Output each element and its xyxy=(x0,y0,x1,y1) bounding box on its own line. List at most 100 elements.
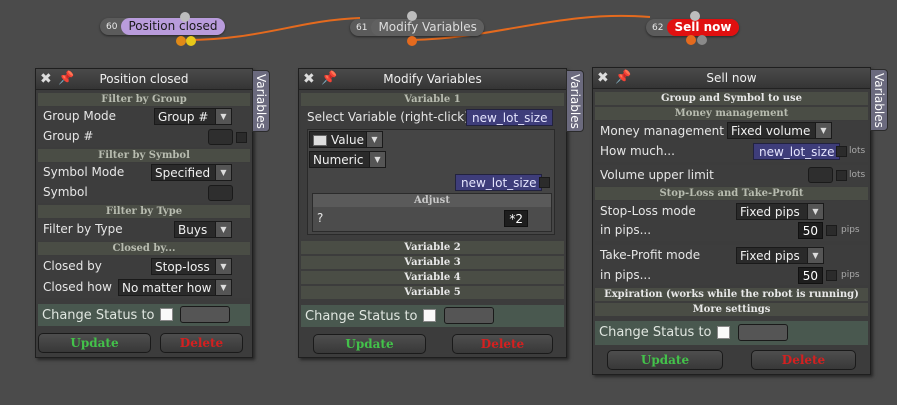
chevron-down-icon[interactable]: ▼ xyxy=(807,204,823,219)
change-status-label: Change Status to xyxy=(305,309,418,324)
section-filter-by-group[interactable]: Filter by Group xyxy=(38,93,250,106)
section-variable-2[interactable]: Variable 2 xyxy=(301,241,564,254)
volume-limit-input[interactable] xyxy=(808,167,833,183)
change-status-input[interactable] xyxy=(738,324,788,341)
group-mode-select[interactable]: Group # ▼ xyxy=(154,108,232,125)
chevron-down-icon[interactable]: ▼ xyxy=(215,222,231,237)
change-status-row: Change Status to xyxy=(301,305,564,327)
change-status-checkbox[interactable] xyxy=(160,308,173,321)
section-variable-1[interactable]: Variable 1 xyxy=(301,93,564,106)
node-input-dot[interactable] xyxy=(690,11,700,21)
node-output-dot[interactable] xyxy=(186,36,196,46)
take-profit-pips-label: in pips... xyxy=(600,268,652,282)
group-number-input[interactable] xyxy=(208,129,233,145)
stop-loss-pips-input[interactable]: 50 xyxy=(798,222,823,239)
change-status-checkbox[interactable] xyxy=(423,309,436,322)
chevron-down-icon[interactable]: ▼ xyxy=(215,109,231,124)
panel-titlebar[interactable]: ✖ 📌 Modify Variables xyxy=(299,69,566,90)
money-management-label: Money management xyxy=(600,124,724,138)
pin-icon[interactable]: 📌 xyxy=(321,69,337,89)
row-stop-loss: Stop-Loss mode Fixed pips ▼ in pips... 50… xyxy=(595,201,868,241)
update-button[interactable]: Update xyxy=(38,333,151,353)
symbol-input[interactable] xyxy=(208,185,233,201)
section-closed-by[interactable]: Closed by... xyxy=(38,242,250,255)
variables-tab[interactable]: Variables xyxy=(252,70,270,132)
volume-limit-checkbox[interactable] xyxy=(836,170,847,181)
node-output-dot[interactable] xyxy=(407,36,417,46)
update-button[interactable]: Update xyxy=(313,334,426,354)
closed-by-label: Closed by xyxy=(43,259,102,273)
stop-loss-mode-select[interactable]: Fixed pips ▼ xyxy=(736,203,824,220)
section-money-management[interactable]: Money management xyxy=(595,107,868,120)
row-filter-by-type: Filter by Type Buys ▼ xyxy=(38,219,250,241)
node-number: 60 xyxy=(106,21,118,32)
select-variable-button[interactable]: new_lot_size xyxy=(466,109,554,126)
row-group-mode: Group Mode Group # ▼ Group # xyxy=(38,107,250,147)
flow-node-modify-variables[interactable]: 61 Modify Variables xyxy=(350,19,484,36)
delete-button[interactable]: Delete xyxy=(160,333,243,353)
how-much-button[interactable]: new_lot_size xyxy=(753,143,841,160)
variable-value-checkbox[interactable] xyxy=(539,177,550,188)
panel-titlebar[interactable]: ✖ 📌 Position closed xyxy=(36,69,252,90)
variables-tab[interactable]: Variables xyxy=(870,69,888,131)
adjust-value-input[interactable]: *2 xyxy=(504,210,528,227)
chevron-down-icon[interactable]: ▼ xyxy=(815,123,831,138)
pips-unit: pips xyxy=(841,270,860,280)
section-variable-5[interactable]: Variable 5 xyxy=(301,286,564,299)
value-type-select[interactable]: Value ▼ xyxy=(309,131,383,148)
node-number: 62 xyxy=(652,22,664,33)
numeric-type-select[interactable]: Numeric ▼ xyxy=(309,151,386,168)
section-stop-loss-take-profit[interactable]: Stop-Loss and Take-Profit xyxy=(595,187,868,200)
panel-titlebar[interactable]: ✖ 📌 Sell now xyxy=(593,68,870,89)
close-icon[interactable]: ✖ xyxy=(303,69,315,89)
section-more-settings[interactable]: More settings xyxy=(595,303,868,316)
section-expiration[interactable]: Expiration (works while the robot is run… xyxy=(595,288,868,301)
chevron-down-icon[interactable]: ▼ xyxy=(807,248,823,263)
chevron-down-icon[interactable]: ▼ xyxy=(215,280,231,295)
flow-node-sell-now[interactable]: 62 Sell now xyxy=(646,19,739,36)
chevron-down-icon[interactable]: ▼ xyxy=(215,259,231,274)
filter-type-select[interactable]: Buys ▼ xyxy=(174,221,232,238)
close-icon[interactable]: ✖ xyxy=(597,68,609,88)
delete-button[interactable]: Delete xyxy=(452,334,553,354)
close-icon[interactable]: ✖ xyxy=(40,69,52,89)
row-symbol-mode: Symbol Mode Specified ▼ Symbol xyxy=(38,163,250,203)
node-output-dot[interactable] xyxy=(697,35,707,45)
flow-node-position-closed[interactable]: 60 Position closed xyxy=(100,18,225,35)
take-profit-mode-select[interactable]: Fixed pips ▼ xyxy=(736,247,824,264)
variable-editor: Value ▼ Numeric ▼ new_lot_size Adjust ? *2 xyxy=(307,129,555,235)
node-output-dot[interactable] xyxy=(686,35,696,45)
change-status-input[interactable] xyxy=(444,307,494,324)
how-much-checkbox[interactable] xyxy=(836,146,847,157)
change-status-checkbox[interactable] xyxy=(717,326,730,339)
take-profit-pips-input[interactable]: 50 xyxy=(798,267,823,284)
update-button[interactable]: Update xyxy=(607,350,723,370)
chevron-down-icon[interactable]: ▼ xyxy=(366,132,382,147)
node-input-dot[interactable] xyxy=(407,11,417,21)
section-group-and-symbol[interactable]: Group and Symbol to use xyxy=(595,92,868,105)
node-input-dot[interactable] xyxy=(180,12,190,22)
section-filter-by-type[interactable]: Filter by Type xyxy=(38,205,250,218)
chevron-down-icon[interactable]: ▼ xyxy=(369,152,385,167)
chevron-down-icon[interactable]: ▼ xyxy=(215,165,231,180)
change-status-input[interactable] xyxy=(180,306,230,323)
stop-loss-mode-value: Fixed pips xyxy=(740,205,800,219)
pin-icon[interactable]: 📌 xyxy=(58,69,74,89)
delete-button[interactable]: Delete xyxy=(751,350,856,370)
group-number-checkbox[interactable] xyxy=(236,132,247,143)
closed-by-select[interactable]: Stop-loss ▼ xyxy=(151,258,232,275)
section-variable-3[interactable]: Variable 3 xyxy=(301,256,564,269)
variables-tab[interactable]: Variables xyxy=(566,70,584,132)
pin-icon[interactable]: 📌 xyxy=(615,68,631,88)
variable-value-button[interactable]: new_lot_size xyxy=(455,174,543,191)
stop-loss-pips-checkbox[interactable] xyxy=(826,225,837,236)
closed-how-select[interactable]: No matter how ▼ xyxy=(118,279,232,296)
symbol-label: Symbol xyxy=(43,185,88,199)
node-output-dot[interactable] xyxy=(176,36,186,46)
symbol-mode-select[interactable]: Specified ▼ xyxy=(151,164,232,181)
section-variable-4[interactable]: Variable 4 xyxy=(301,271,564,284)
section-filter-by-symbol[interactable]: Filter by Symbol xyxy=(38,149,250,162)
take-profit-pips-checkbox[interactable] xyxy=(826,270,837,281)
money-management-select[interactable]: Fixed volume ▼ xyxy=(727,122,832,139)
group-number-label: Group # xyxy=(43,129,94,143)
